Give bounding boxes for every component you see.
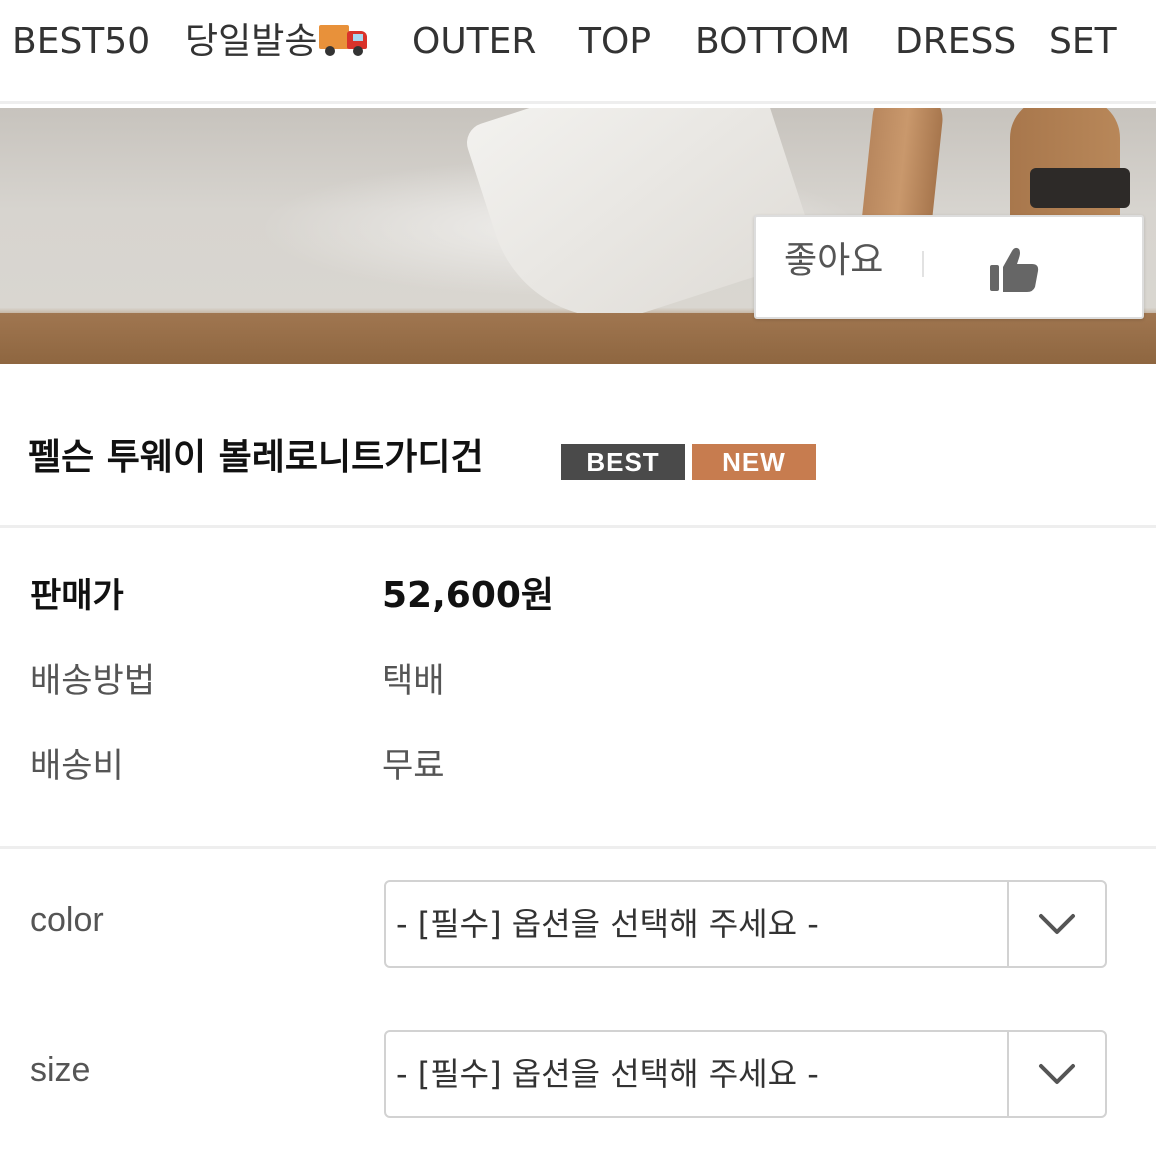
- size-select-toggle[interactable]: [1007, 1032, 1105, 1116]
- shipping-method-label: 배송방법: [30, 661, 156, 701]
- delivery-truck-icon: [319, 23, 369, 57]
- nav-item-best50[interactable]: BEST50: [12, 20, 150, 64]
- product-title: 펠슨 투웨이 볼레로니트가디건: [28, 437, 484, 478]
- thumbs-up-icon: [990, 247, 1039, 292]
- nav-item-set[interactable]: SET: [1049, 20, 1117, 64]
- best-badge: BEST: [561, 444, 685, 480]
- size-select[interactable]: - [필수] 옵션을 선택해 주세요 -: [384, 1030, 1107, 1118]
- new-badge: NEW: [692, 444, 816, 480]
- like-button[interactable]: 좋아요: [754, 215, 1144, 319]
- nav-item-dress[interactable]: DRESS: [895, 20, 1016, 64]
- info-row-price: 판매가 52,600원: [0, 571, 1156, 621]
- color-select-value: - [필수] 옵션을 선택해 주세요 -: [396, 905, 819, 943]
- price-value: 52,600원: [382, 575, 555, 616]
- color-select[interactable]: - [필수] 옵션을 선택해 주세요 -: [384, 880, 1107, 968]
- nav-item-same-day-shipping[interactable]: 당일발송: [185, 20, 369, 64]
- shipping-fee-value: 무료: [382, 746, 445, 786]
- top-navigation: BEST50 당일발송 OUTER TOP BOTTOM DRESS SET: [0, 0, 1156, 104]
- color-select-toggle[interactable]: [1007, 882, 1105, 966]
- size-select-value: - [필수] 옵션을 선택해 주세요 -: [396, 1055, 819, 1093]
- shipping-fee-label: 배송비: [30, 746, 124, 786]
- divider: [0, 525, 1156, 528]
- like-label: 좋아요: [784, 240, 884, 281]
- info-row-shipping-method: 배송방법 택배: [0, 656, 1156, 706]
- chevron-down-icon: [1039, 1064, 1075, 1084]
- color-option-label: color: [30, 901, 104, 939]
- image-floor-shape: [0, 313, 1156, 364]
- like-divider: [922, 251, 924, 277]
- info-row-shipping-fee: 배송비 무료: [0, 741, 1156, 791]
- nav-item-top[interactable]: TOP: [579, 20, 651, 64]
- image-strap-shape: [1030, 168, 1130, 208]
- nav-item-bottom[interactable]: BOTTOM: [695, 20, 850, 64]
- nav-item-label: 당일발송: [185, 21, 318, 62]
- price-label: 판매가: [30, 576, 124, 616]
- chevron-down-icon: [1039, 914, 1075, 934]
- shipping-method-value: 택배: [382, 661, 445, 701]
- size-option-label: size: [30, 1051, 91, 1089]
- divider: [0, 846, 1156, 849]
- nav-item-outer[interactable]: OUTER: [412, 20, 536, 64]
